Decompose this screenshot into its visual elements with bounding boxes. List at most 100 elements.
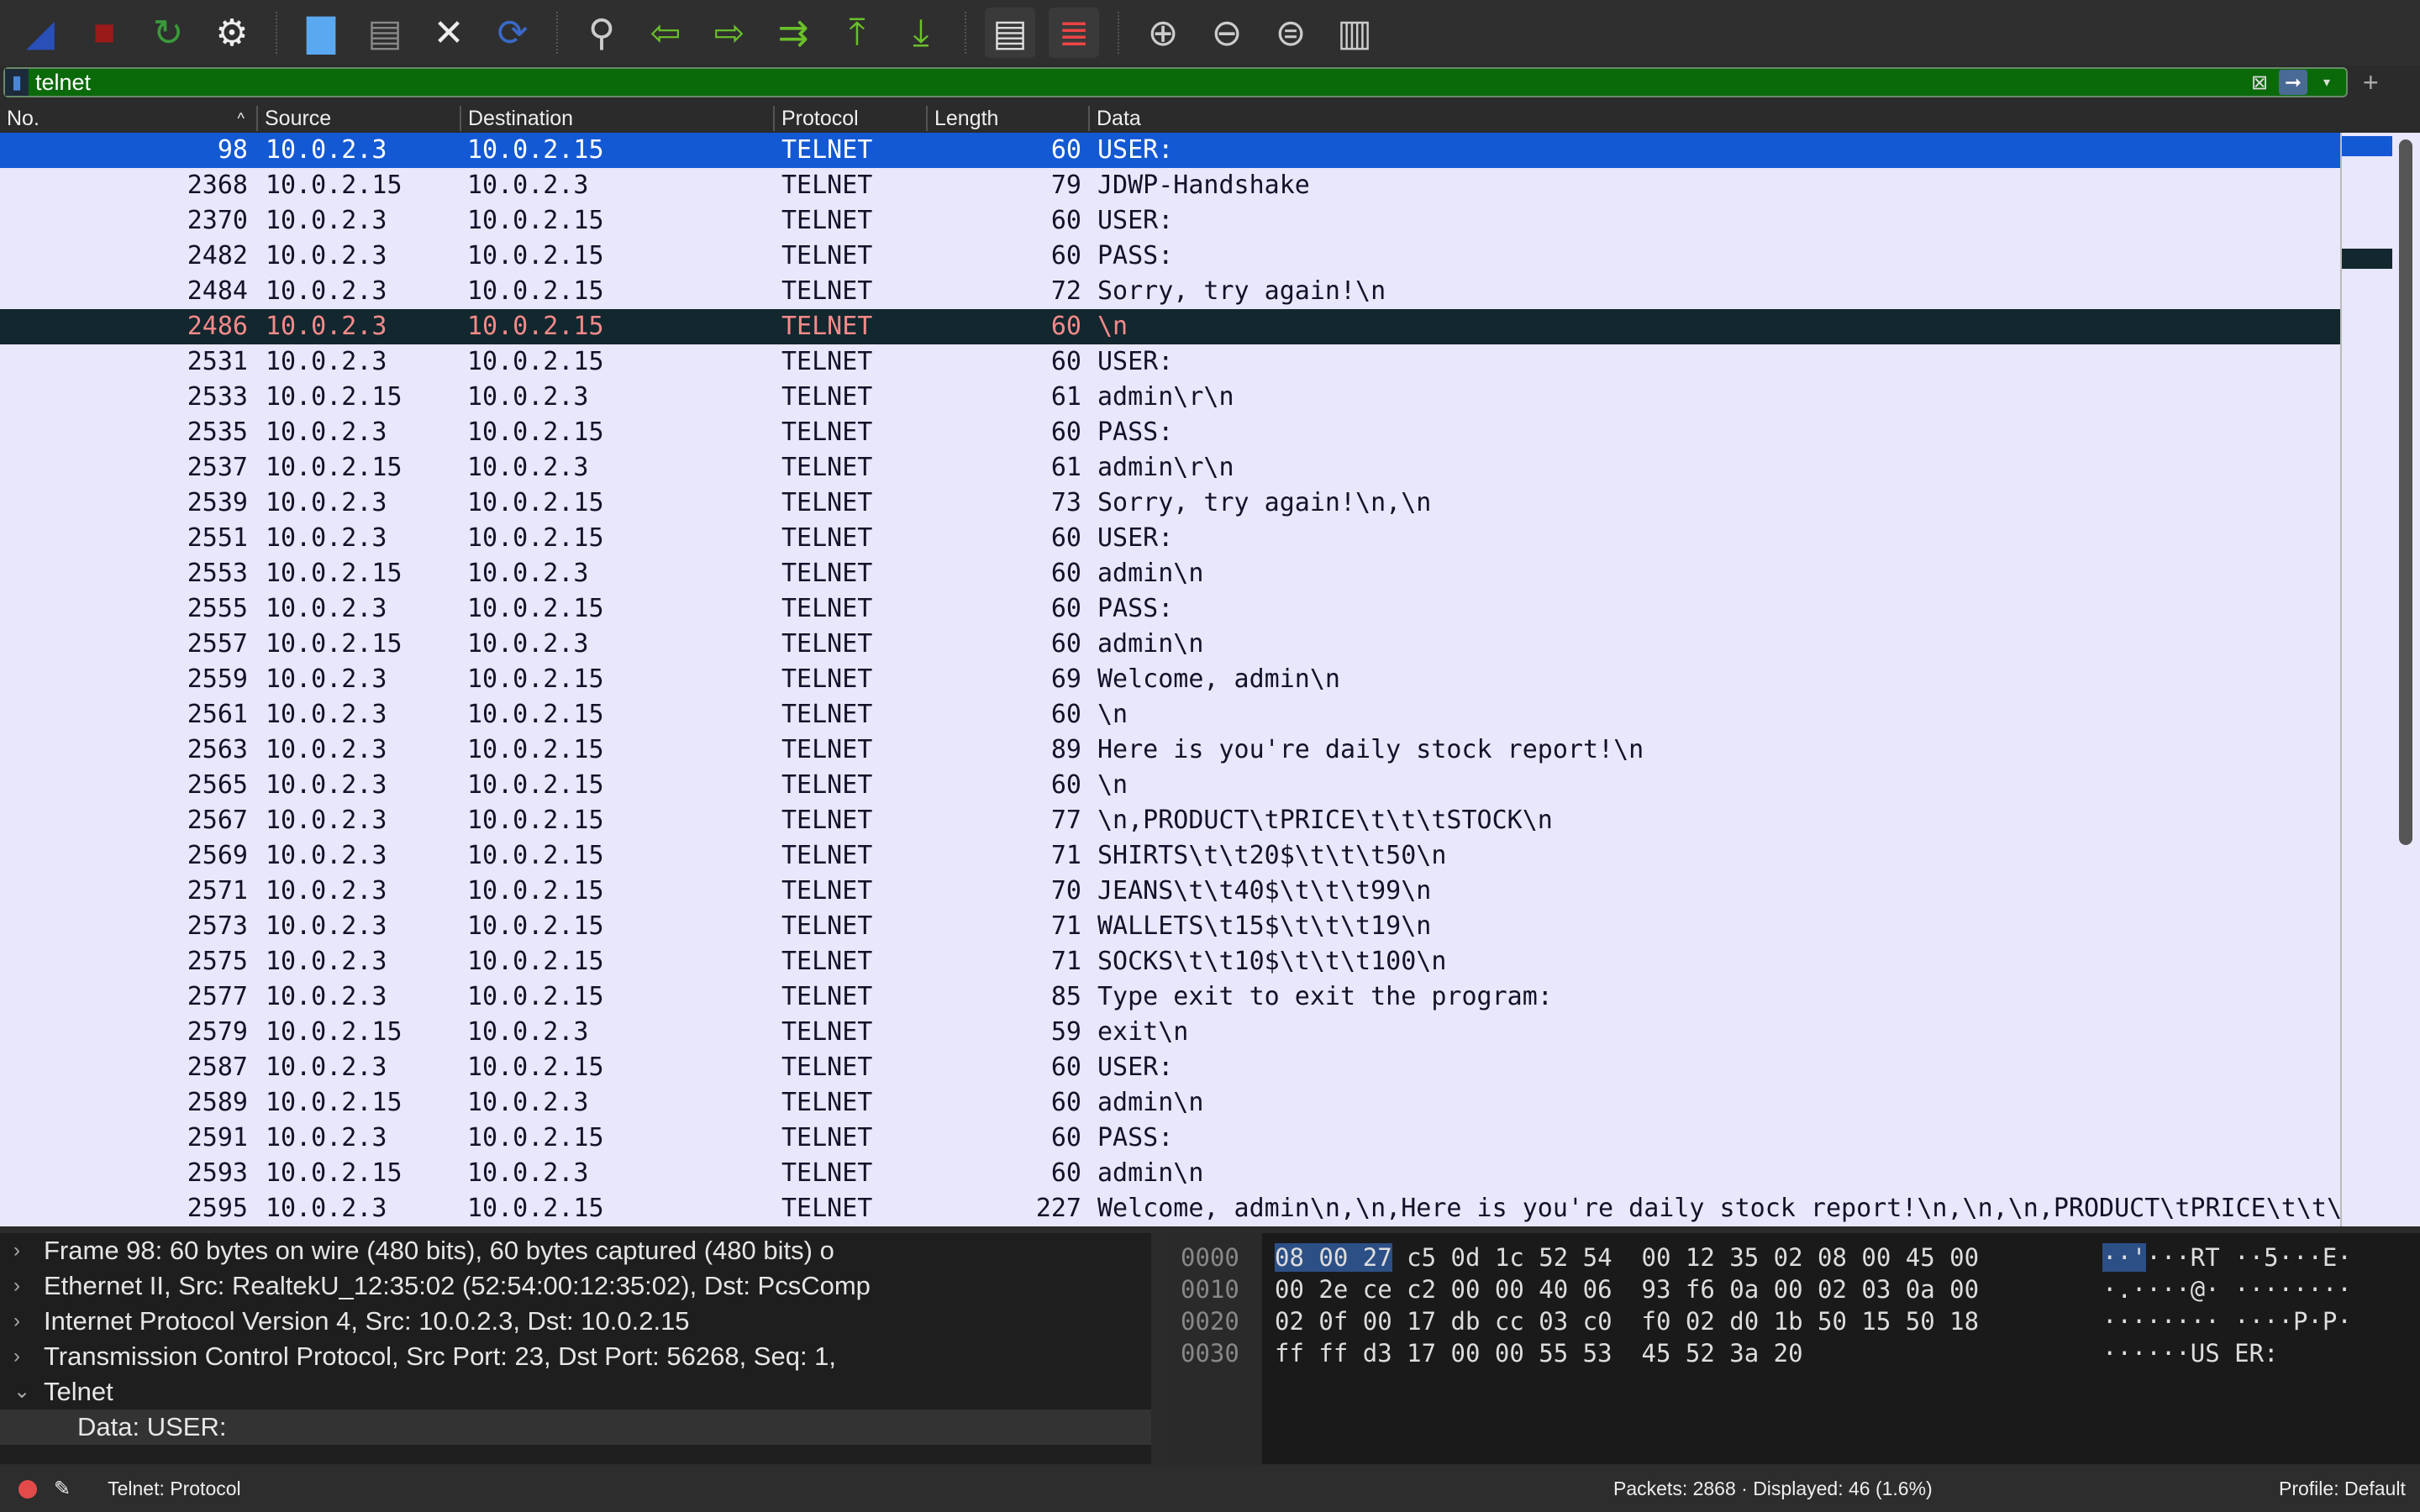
bookmark-icon[interactable]: ▮: [5, 69, 29, 96]
cell-no: 2573: [187, 911, 248, 941]
chevron-right-icon[interactable]: ›: [13, 1268, 20, 1304]
packet-row[interactable]: 2555 10.0.2.3 10.0.2.15 TELNET 60 PASS:: [0, 591, 2340, 627]
detail-tree-item[interactable]: ⌄ Telnet: [0, 1374, 1151, 1410]
restart-capture-icon[interactable]: ↻: [143, 8, 193, 58]
packet-details-pane[interactable]: › Frame 98: 60 bytes on wire (480 bits), …: [0, 1233, 1151, 1464]
packet-row[interactable]: 2561 10.0.2.3 10.0.2.15 TELNET 60 \n: [0, 697, 2340, 732]
ascii-line[interactable]: ······US ER:: [2102, 1337, 2352, 1369]
packet-row[interactable]: 2553 10.0.2.15 10.0.2.3 TELNET 60 admin\n: [0, 556, 2340, 591]
packet-row[interactable]: 2569 10.0.2.3 10.0.2.15 TELNET 71 SHIRTS\t\t2…: [0, 838, 2340, 874]
chevron-right-icon[interactable]: ›: [13, 1339, 20, 1374]
packet-row[interactable]: 2486 10.0.2.3 10.0.2.15 TELNET 60 \n: [0, 309, 2340, 344]
detail-tree-item[interactable]: › Frame 98: 60 bytes on wire (480 bits), …: [0, 1233, 1151, 1268]
reload-file-icon[interactable]: ⟳: [487, 8, 538, 58]
detail-tree-item[interactable]: › Transmission Control Protocol, Src Port…: [0, 1339, 1151, 1374]
ascii-line[interactable]: ········ ····P·P·: [2102, 1305, 2352, 1337]
packet-row[interactable]: 2535 10.0.2.3 10.0.2.15 TELNET 60 PASS:: [0, 415, 2340, 450]
shark-fin-start-icon[interactable]: ◢: [15, 8, 66, 58]
cell-protocol: TELNET: [781, 770, 873, 800]
last-packet-icon[interactable]: ⤓: [896, 8, 946, 58]
normal-size-icon[interactable]: ⊜: [1265, 8, 1316, 58]
find-packet-icon[interactable]: ⚲: [576, 8, 627, 58]
cell-source: 10.0.2.3: [266, 911, 387, 941]
hex-line[interactable]: 08 00 27 c5 0d 1c 52 54 00 12 35 02 08 0…: [1275, 1242, 1979, 1273]
chevron-right-icon[interactable]: ›: [13, 1304, 20, 1339]
cell-data: PASS:: [1097, 1123, 1174, 1152]
minimap-bad-marker: [2342, 249, 2392, 269]
packet-bytes-pane[interactable]: 0000 0010 0020 0030 08 00 27 c5 0d 1c 52 54…: [1165, 1233, 2420, 1464]
packet-list-scrollbar[interactable]: [2340, 133, 2420, 1226]
clear-filter-icon[interactable]: ⊠: [2245, 70, 2274, 95]
packet-row[interactable]: 2591 10.0.2.3 10.0.2.15 TELNET 60 PASS:: [0, 1121, 2340, 1156]
hex-line[interactable]: 00 2e ce c2 00 00 40 06 93 f6 0a 00 02 0…: [1275, 1273, 1979, 1305]
autoscroll-icon[interactable]: ▤: [985, 8, 1035, 58]
column-length[interactable]: Length: [926, 106, 1088, 131]
ascii-line[interactable]: ·.····@· ········: [2102, 1273, 2352, 1305]
packet-row[interactable]: 2551 10.0.2.3 10.0.2.15 TELNET 60 USER:: [0, 521, 2340, 556]
cell-source: 10.0.2.3: [266, 523, 387, 553]
go-forward-icon[interactable]: ⇨: [704, 8, 755, 58]
packet-row[interactable]: 2559 10.0.2.3 10.0.2.15 TELNET 69 Welcome, ad…: [0, 662, 2340, 697]
apply-filter-icon[interactable]: ➞: [2279, 70, 2307, 95]
first-packet-icon[interactable]: ⤒: [832, 8, 882, 58]
packet-row[interactable]: 2571 10.0.2.3 10.0.2.15 TELNET 70 JEANS\t\t40…: [0, 874, 2340, 909]
filter-history-dropdown-icon[interactable]: ▾: [2312, 70, 2341, 95]
packet-row[interactable]: 2368 10.0.2.15 10.0.2.3 TELNET 79 JDWP-Handsh…: [0, 168, 2340, 203]
display-filter-input[interactable]: [29, 69, 2245, 96]
column-data[interactable]: Data: [1088, 106, 2340, 131]
packet-row[interactable]: 2589 10.0.2.15 10.0.2.3 TELNET 60 admin\n: [0, 1085, 2340, 1121]
add-filter-button-icon[interactable]: +: [2363, 67, 2379, 98]
packet-row[interactable]: 2579 10.0.2.15 10.0.2.3 TELNET 59 exit\n: [0, 1015, 2340, 1050]
column-destination[interactable]: Destination: [460, 106, 773, 131]
packet-row[interactable]: 2482 10.0.2.3 10.0.2.15 TELNET 60 PASS:: [0, 239, 2340, 274]
chevron-down-icon[interactable]: ⌄: [13, 1374, 30, 1410]
cell-protocol: TELNET: [781, 523, 873, 553]
stop-capture-icon[interactable]: ■: [79, 8, 129, 58]
save-file-icon[interactable]: ▤: [360, 8, 410, 58]
detail-tree-item[interactable]: › Ethernet II, Src: RealtekU_12:35:02 (52…: [0, 1268, 1151, 1304]
column-protocol[interactable]: Protocol: [773, 106, 926, 131]
scrollbar-thumb[interactable]: [2399, 139, 2412, 845]
ascii-line[interactable]: ··'···RT ··5···E·: [2102, 1242, 2352, 1273]
packet-row[interactable]: 2577 10.0.2.3 10.0.2.15 TELNET 85 Type exit t…: [0, 979, 2340, 1015]
packet-row[interactable]: 2370 10.0.2.3 10.0.2.15 TELNET 60 USER:: [0, 203, 2340, 239]
packet-row[interactable]: 2531 10.0.2.3 10.0.2.15 TELNET 60 USER:: [0, 344, 2340, 380]
packet-list[interactable]: 98 10.0.2.3 10.0.2.15 TELNET 60 USER: 2368 10.0…: [0, 133, 2340, 1226]
zoom-in-icon[interactable]: ⊕: [1138, 8, 1188, 58]
go-to-packet-icon[interactable]: ⇉: [768, 8, 818, 58]
open-file-icon[interactable]: ▇: [296, 8, 346, 58]
packet-row[interactable]: 2537 10.0.2.15 10.0.2.3 TELNET 61 admin\r\n: [0, 450, 2340, 486]
colorize-icon[interactable]: ≣: [1049, 8, 1099, 58]
packet-row[interactable]: 2557 10.0.2.15 10.0.2.3 TELNET 60 admin\n: [0, 627, 2340, 662]
column-source[interactable]: Source: [256, 106, 460, 131]
detail-tree-item[interactable]: › Internet Protocol Version 4, Src: 10.0.…: [0, 1304, 1151, 1339]
zoom-out-icon[interactable]: ⊖: [1202, 8, 1252, 58]
cell-destination: 10.0.2.15: [467, 735, 604, 764]
capture-options-icon[interactable]: ⚙: [207, 8, 257, 58]
packet-row[interactable]: 2565 10.0.2.3 10.0.2.15 TELNET 60 \n: [0, 768, 2340, 803]
packet-row[interactable]: 2563 10.0.2.3 10.0.2.15 TELNET 89 Here is you…: [0, 732, 2340, 768]
cell-source: 10.0.2.15: [266, 171, 402, 200]
packet-row[interactable]: 2484 10.0.2.3 10.0.2.15 TELNET 72 Sorry, try …: [0, 274, 2340, 309]
close-file-icon[interactable]: ✕: [424, 8, 474, 58]
resize-columns-icon[interactable]: ▥: [1329, 8, 1380, 58]
packet-row[interactable]: 2595 10.0.2.3 10.0.2.15 TELNET 227 Welcome, a…: [0, 1191, 2340, 1226]
chevron-right-icon[interactable]: ›: [13, 1233, 20, 1268]
packet-row[interactable]: 2533 10.0.2.15 10.0.2.3 TELNET 61 admin\r\n: [0, 380, 2340, 415]
cell-data: admin\n: [1097, 629, 1204, 659]
detail-field[interactable]: Data: USER:: [0, 1410, 1151, 1445]
packet-row[interactable]: 98 10.0.2.3 10.0.2.15 TELNET 60 USER:: [0, 133, 2340, 168]
go-back-icon[interactable]: ⇦: [640, 8, 691, 58]
packet-row[interactable]: 2575 10.0.2.3 10.0.2.15 TELNET 71 SOCKS\t\t10…: [0, 944, 2340, 979]
packet-row[interactable]: 2539 10.0.2.3 10.0.2.15 TELNET 73 Sorry, try …: [0, 486, 2340, 521]
expert-info-icon[interactable]: [18, 1479, 37, 1499]
hex-line[interactable]: ff ff d3 17 00 00 55 53 45 52 3a 20: [1275, 1337, 1979, 1369]
packet-row[interactable]: 2567 10.0.2.3 10.0.2.15 TELNET 77 \n,PRODUCT\…: [0, 803, 2340, 838]
packet-row[interactable]: 2587 10.0.2.3 10.0.2.15 TELNET 60 USER:: [0, 1050, 2340, 1085]
hex-line[interactable]: 02 0f 00 17 db cc 03 c0 f0 02 d0 1b 50 1…: [1275, 1305, 1979, 1337]
packet-row[interactable]: 2593 10.0.2.15 10.0.2.3 TELNET 60 admin\n: [0, 1156, 2340, 1191]
column-no[interactable]: No. ^: [0, 106, 256, 131]
packet-row[interactable]: 2573 10.0.2.3 10.0.2.15 TELNET 71 WALLETS\t15…: [0, 909, 2340, 944]
profile-label[interactable]: Profile: Default: [2279, 1478, 2406, 1500]
capture-comment-icon[interactable]: ✎: [54, 1477, 71, 1501]
